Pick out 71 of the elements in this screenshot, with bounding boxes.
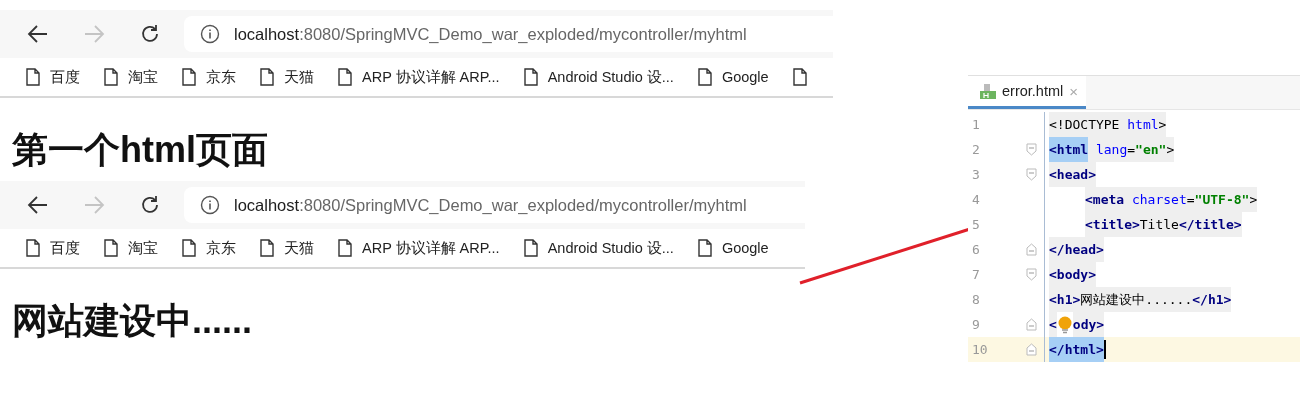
page-icon xyxy=(104,68,118,86)
reload-icon xyxy=(139,194,161,216)
line-number: 2 xyxy=(971,142,981,157)
back-arrow-icon xyxy=(27,23,49,45)
html-file-icon xyxy=(980,83,996,99)
page-icon xyxy=(104,239,118,257)
lightbulb-icon[interactable] xyxy=(1056,315,1073,334)
fold-marker-icon[interactable] xyxy=(1025,143,1037,156)
code-line: <!DOCTYPE html> xyxy=(1049,112,1167,137)
info-icon xyxy=(200,195,220,215)
page-icon xyxy=(260,68,274,86)
fold-marker-icon[interactable] xyxy=(1025,243,1037,256)
page-icon xyxy=(338,68,352,86)
line-number: 3 xyxy=(971,167,981,182)
url-path: :8080/SpringMVC_Demo_war_exploded/mycontroller/myhtml xyxy=(299,195,747,214)
tab-label: error.html xyxy=(1002,83,1064,99)
fold-marker-icon[interactable] xyxy=(1025,168,1037,181)
url-host: localhost xyxy=(234,195,300,214)
bookmark-link[interactable]: ARP 协议详解 ARP... xyxy=(338,67,500,87)
bookmark-link[interactable]: Android Studio 设... xyxy=(523,238,674,258)
page-icon xyxy=(523,68,538,86)
line-number: 5 xyxy=(971,217,981,232)
forward-arrow-icon xyxy=(83,23,105,45)
bookmark-link[interactable]: 淘宝 xyxy=(104,238,158,258)
bookmark-link[interactable]: 百度 xyxy=(26,238,80,258)
page-icon xyxy=(26,68,40,86)
bookmark-link[interactable]: ARP 协议详解 ARP... xyxy=(338,238,500,258)
page-heading: 第一个html页面 xyxy=(11,128,269,172)
bookmark-link[interactable]: 天猫 xyxy=(260,67,314,87)
url-host: localhost xyxy=(234,24,300,43)
line-number: 4 xyxy=(971,192,981,207)
page-icon xyxy=(697,68,712,86)
address-bar[interactable]: localhost:8080/SpringMVC_Demo_war_exploded/mycontroller/myhtml xyxy=(184,187,805,223)
page-icon xyxy=(260,239,274,257)
page-icon xyxy=(523,239,538,257)
fold-marker-icon[interactable] xyxy=(1025,268,1037,281)
code-line: <title>Title</title> xyxy=(1085,212,1242,237)
reload-icon xyxy=(139,23,161,45)
line-number: 1 xyxy=(971,117,981,132)
code-line: <meta charset="UTF-8"> xyxy=(1085,187,1258,212)
line-number: 6 xyxy=(971,242,981,257)
bookmark-link[interactable]: Android Studio 设... xyxy=(523,67,674,87)
bookmark-link[interactable]: Google xyxy=(697,68,769,86)
info-icon xyxy=(200,24,220,44)
file-tab[interactable]: error.html × xyxy=(968,76,1086,109)
fold-marker-icon[interactable] xyxy=(1025,343,1037,356)
bookmark-link[interactable]: 淘宝 xyxy=(104,67,158,87)
page-icon xyxy=(182,239,196,257)
code-line: <h1>网站建设中......</h1> xyxy=(1049,287,1232,312)
page-icon xyxy=(182,68,196,86)
bookmark-link[interactable]: 京东 xyxy=(182,238,236,258)
bookmark-link[interactable]: 百度 xyxy=(26,67,80,87)
bookmark-link[interactable]: Google xyxy=(697,239,769,257)
line-number: 9 xyxy=(971,317,981,332)
line-number: 8 xyxy=(971,292,981,307)
page-icon xyxy=(792,68,807,86)
line-number: 10 xyxy=(971,342,989,357)
bookmark-link[interactable]: 天猫 xyxy=(260,238,314,258)
code-line: < ody> xyxy=(1049,312,1105,337)
url-path: :8080/SpringMVC_Demo_war_exploded/mycontroller/myhtml xyxy=(299,24,747,43)
forward-arrow-icon xyxy=(83,194,105,216)
page-heading: 网站建设中...... xyxy=(11,299,253,343)
line-number: 7 xyxy=(971,267,981,282)
address-bar[interactable]: localhost:8080/SpringMVC_Demo_war_exploded/mycontroller/myhtml xyxy=(184,16,833,52)
bookmark-link[interactable]: 京东 xyxy=(182,67,236,87)
back-arrow-icon xyxy=(27,194,49,216)
page-icon xyxy=(338,239,352,257)
code-line: <html lang="en"> xyxy=(1049,137,1175,162)
page-icon xyxy=(26,239,40,257)
page-icon xyxy=(697,239,712,257)
fold-marker-icon[interactable] xyxy=(1025,318,1037,331)
